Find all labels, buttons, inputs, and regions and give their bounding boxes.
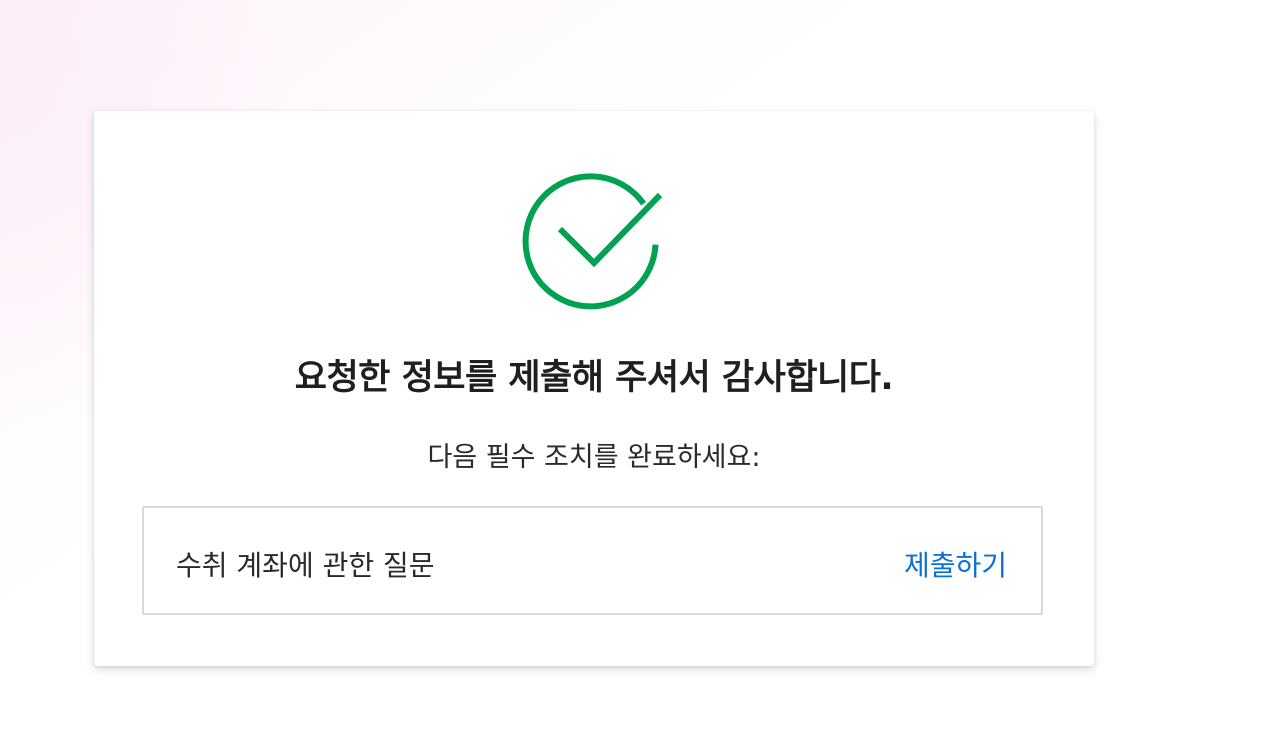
confirmation-card: 요청한 정보를 제출해 주셔서 감사합니다. 다음 필수 조치를 완료하세요: … bbox=[94, 111, 1094, 666]
required-actions-subtitle: 다음 필수 조치를 완료하세요: bbox=[427, 442, 761, 473]
required-task-row: 수취 계좌에 관한 질문 제출하기 bbox=[142, 506, 1043, 615]
confirmation-title: 요청한 정보를 제출해 주셔서 감사합니다. bbox=[294, 358, 894, 398]
check-circle-icon bbox=[522, 173, 663, 310]
task-label: 수취 계좌에 관한 질문 bbox=[176, 549, 435, 582]
submit-link[interactable]: 제출하기 bbox=[904, 544, 1007, 584]
